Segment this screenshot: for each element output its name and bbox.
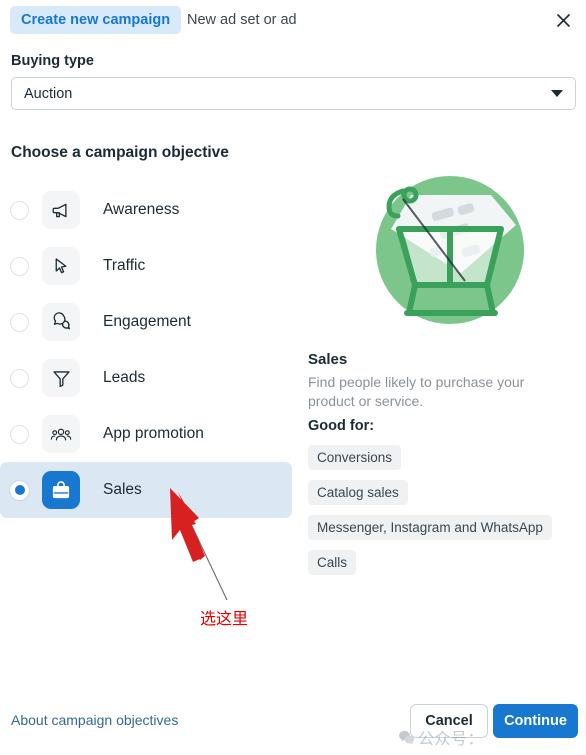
radio-app-promotion[interactable]	[10, 424, 29, 444]
funnel-icon	[42, 359, 80, 397]
tab-new-ad-set-or-ad-label: New ad set or ad	[187, 12, 297, 28]
objective-row-traffic[interactable]: Traffic	[0, 238, 292, 294]
tab-create-new-campaign-label: Create new campaign	[21, 12, 171, 28]
objective-list: Awareness Traffic Engagement Leads App p…	[0, 182, 292, 518]
megaphone-icon	[42, 191, 80, 229]
objective-label-sales: Sales	[103, 481, 142, 498]
radio-engagement[interactable]	[10, 312, 29, 332]
objectives-heading: Choose a campaign objective	[11, 144, 229, 161]
detail-description: Find people likely to purchase your prod…	[308, 374, 525, 409]
buying-type-selected-value: Auction	[24, 85, 73, 102]
objective-row-awareness[interactable]: Awareness	[0, 182, 292, 238]
objective-row-sales[interactable]: Sales	[0, 462, 292, 518]
tag-conversions: Conversions	[308, 445, 402, 470]
radio-sales[interactable]	[10, 480, 29, 500]
people-group-icon	[42, 415, 80, 453]
tab-create-new-campaign[interactable]: Create new campaign	[10, 6, 182, 34]
good-for-label: Good for:	[308, 418, 375, 434]
speech-bubbles-icon	[42, 303, 80, 341]
close-icon	[556, 13, 570, 27]
continue-button[interactable]: Continue	[493, 704, 578, 738]
detail-title: Sales	[308, 351, 348, 368]
create-campaign-dialog: Create new campaign New ad set or ad Buy…	[0, 0, 586, 755]
tab-new-ad-set-or-ad[interactable]: New ad set or ad	[183, 6, 301, 34]
objective-row-app-promotion[interactable]: App promotion	[0, 406, 292, 462]
cancel-button[interactable]: Cancel	[410, 704, 488, 738]
radio-leads[interactable]	[10, 368, 29, 388]
objective-label-traffic: Traffic	[103, 257, 146, 274]
cursor-arrow-icon	[42, 247, 80, 285]
good-for-tag-list: Conversions Catalog sales Messenger, Ins…	[308, 445, 576, 585]
radio-traffic[interactable]	[10, 256, 29, 276]
cancel-button-label: Cancel	[425, 713, 473, 729]
dialog-tabbar: Create new campaign New ad set or ad	[0, 0, 586, 40]
tag-messenger-instagram-whatsapp: Messenger, Instagram and WhatsApp	[308, 515, 552, 540]
shopping-cart-price-tag-illustration	[376, 176, 524, 324]
tag-catalog-sales: Catalog sales	[308, 480, 408, 505]
continue-button-label: Continue	[504, 713, 567, 729]
objective-label-awareness: Awareness	[103, 201, 180, 218]
objective-label-leads: Leads	[103, 369, 146, 386]
shopping-bag-icon	[42, 471, 80, 509]
tag-calls: Calls	[308, 550, 357, 575]
about-campaign-objectives-link[interactable]: About campaign objectives	[11, 712, 178, 728]
objective-label-engagement: Engagement	[103, 313, 191, 330]
close-button[interactable]	[550, 7, 576, 33]
objective-row-engagement[interactable]: Engagement	[0, 294, 292, 350]
radio-awareness[interactable]	[10, 200, 29, 220]
buying-type-select[interactable]: Auction	[11, 77, 576, 110]
buying-type-label: Buying type	[11, 53, 94, 69]
annotation-text: 选这里	[200, 609, 249, 628]
objective-row-leads[interactable]: Leads	[0, 350, 292, 406]
chevron-down-icon	[551, 90, 563, 97]
objective-label-app-promotion: App promotion	[103, 425, 204, 442]
